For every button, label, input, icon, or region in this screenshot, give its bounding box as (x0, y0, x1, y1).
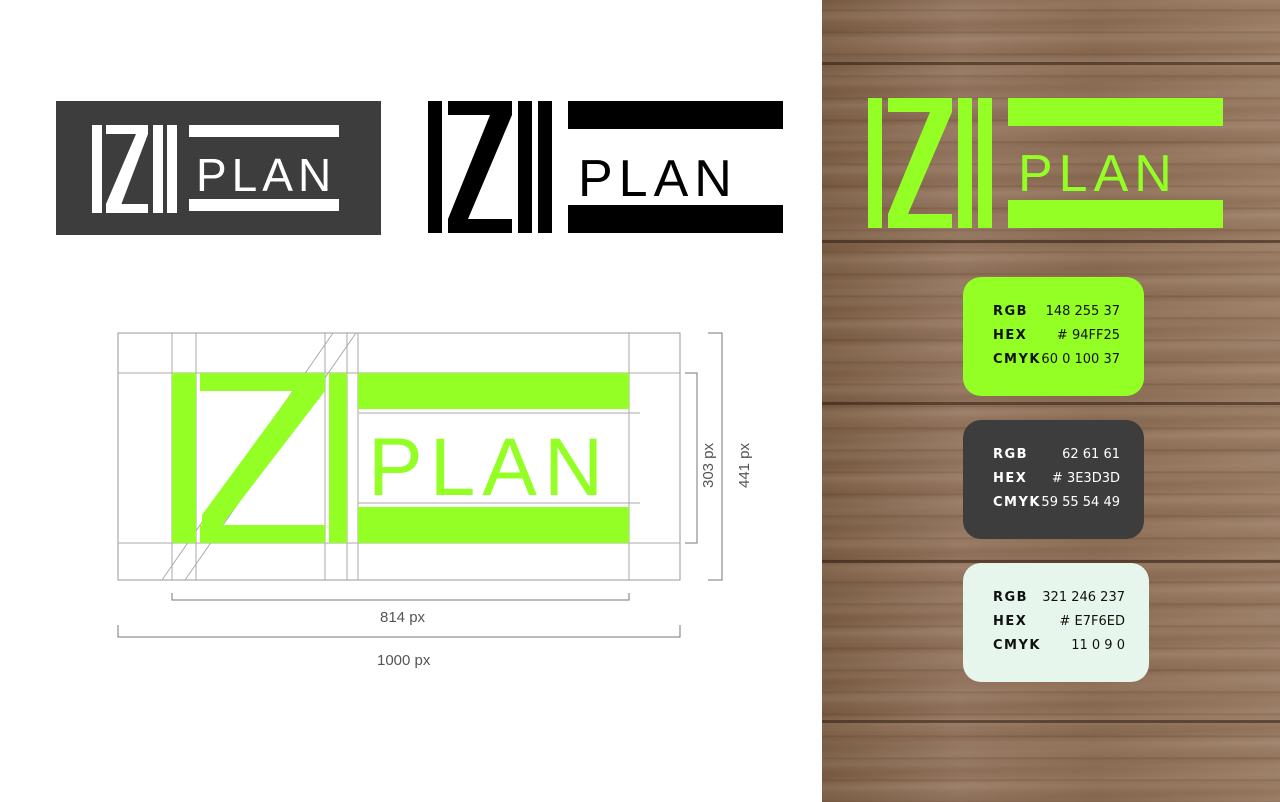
swatch-cmyk-row: CMYK 11 0 9 0 (993, 633, 1125, 657)
logo-black-wordmark: PLAN (578, 150, 738, 208)
swatch-cmyk-label: CMYK (993, 351, 1041, 367)
swatch-hex-label: HEX (993, 613, 1028, 629)
swatch-cmyk-value: 11 0 9 0 (1071, 637, 1125, 653)
swatch-hex-row: HEX # 3E3D3D (993, 466, 1120, 490)
swatch-green: RGB 148 255 37 HEX # 94FF25 CMYK 60 0 10… (963, 277, 1144, 396)
wood-plank-seam (822, 62, 1280, 65)
swatch-hex-value: # 3E3D3D (1051, 470, 1120, 486)
swatch-hex-value: # 94FF25 (1056, 327, 1120, 343)
swatch-hex-value: # E7F6ED (1059, 613, 1125, 629)
logo-wood-wordmark: PLAN (1018, 145, 1178, 203)
swatch-hex-label: HEX (993, 327, 1028, 343)
swatch-cmyk-value: 60 0 100 37 (1041, 351, 1120, 367)
wood-plank-seam (822, 240, 1280, 243)
wood-plank-seam (822, 720, 1280, 723)
swatch-cmyk-label: CMYK (993, 494, 1041, 510)
inner-width-label: 814 px (380, 609, 426, 626)
logo-dark-variant: PLAN (56, 101, 381, 235)
swatch-cmyk-row: CMYK 59 55 54 49 (993, 490, 1120, 514)
logo-dark-wordmark: PLAN (196, 149, 336, 201)
logo-green-on-wood: PLAN (868, 98, 1223, 228)
wood-plank-seam (822, 402, 1280, 405)
inner-height-label: 303 px (700, 442, 718, 489)
swatch-cmyk-value: 59 55 54 49 (1041, 494, 1120, 510)
swatch-hex-label: HEX (993, 470, 1028, 486)
swatch-rgb-value: 62 61 61 (1062, 446, 1120, 462)
logo-black-variant: PLAN (428, 101, 783, 233)
swatch-rgb-label: RGB (993, 589, 1029, 605)
wood-texture-panel: PLAN RGB 148 255 37 HEX # 94FF25 CMYK 60… (822, 0, 1280, 802)
swatch-rgb-label: RGB (993, 446, 1029, 462)
swatch-light-mint: RGB 321 246 237 HEX # E7F6ED CMYK 11 0 9… (963, 563, 1149, 682)
swatch-cmyk-row: CMYK 60 0 100 37 (993, 347, 1120, 371)
outer-width-label: 1000 px (377, 652, 431, 669)
swatch-rgb-value: 148 255 37 (1045, 303, 1120, 319)
logo-green-wordmark: PLAN (368, 422, 610, 513)
swatch-rgb-label: RGB (993, 303, 1029, 319)
swatch-hex-row: HEX # E7F6ED (993, 609, 1125, 633)
swatch-cmyk-label: CMYK (993, 637, 1041, 653)
swatch-hex-row: HEX # 94FF25 (993, 323, 1120, 347)
swatch-rgb-row: RGB 148 255 37 (993, 299, 1120, 323)
swatch-rgb-row: RGB 62 61 61 (993, 442, 1120, 466)
outer-height-label: 441 px (736, 442, 754, 489)
swatch-rgb-value: 321 246 237 (1042, 589, 1125, 605)
swatch-dark-gray: RGB 62 61 61 HEX # 3E3D3D CMYK 59 55 54 … (963, 420, 1144, 539)
logo-construction-grid: PLAN (117, 332, 723, 638)
swatch-rgb-row: RGB 321 246 237 (993, 585, 1125, 609)
left-panel: PLAN PLAN PLAN 814 px 1000 px 303 px 441… (0, 0, 822, 802)
